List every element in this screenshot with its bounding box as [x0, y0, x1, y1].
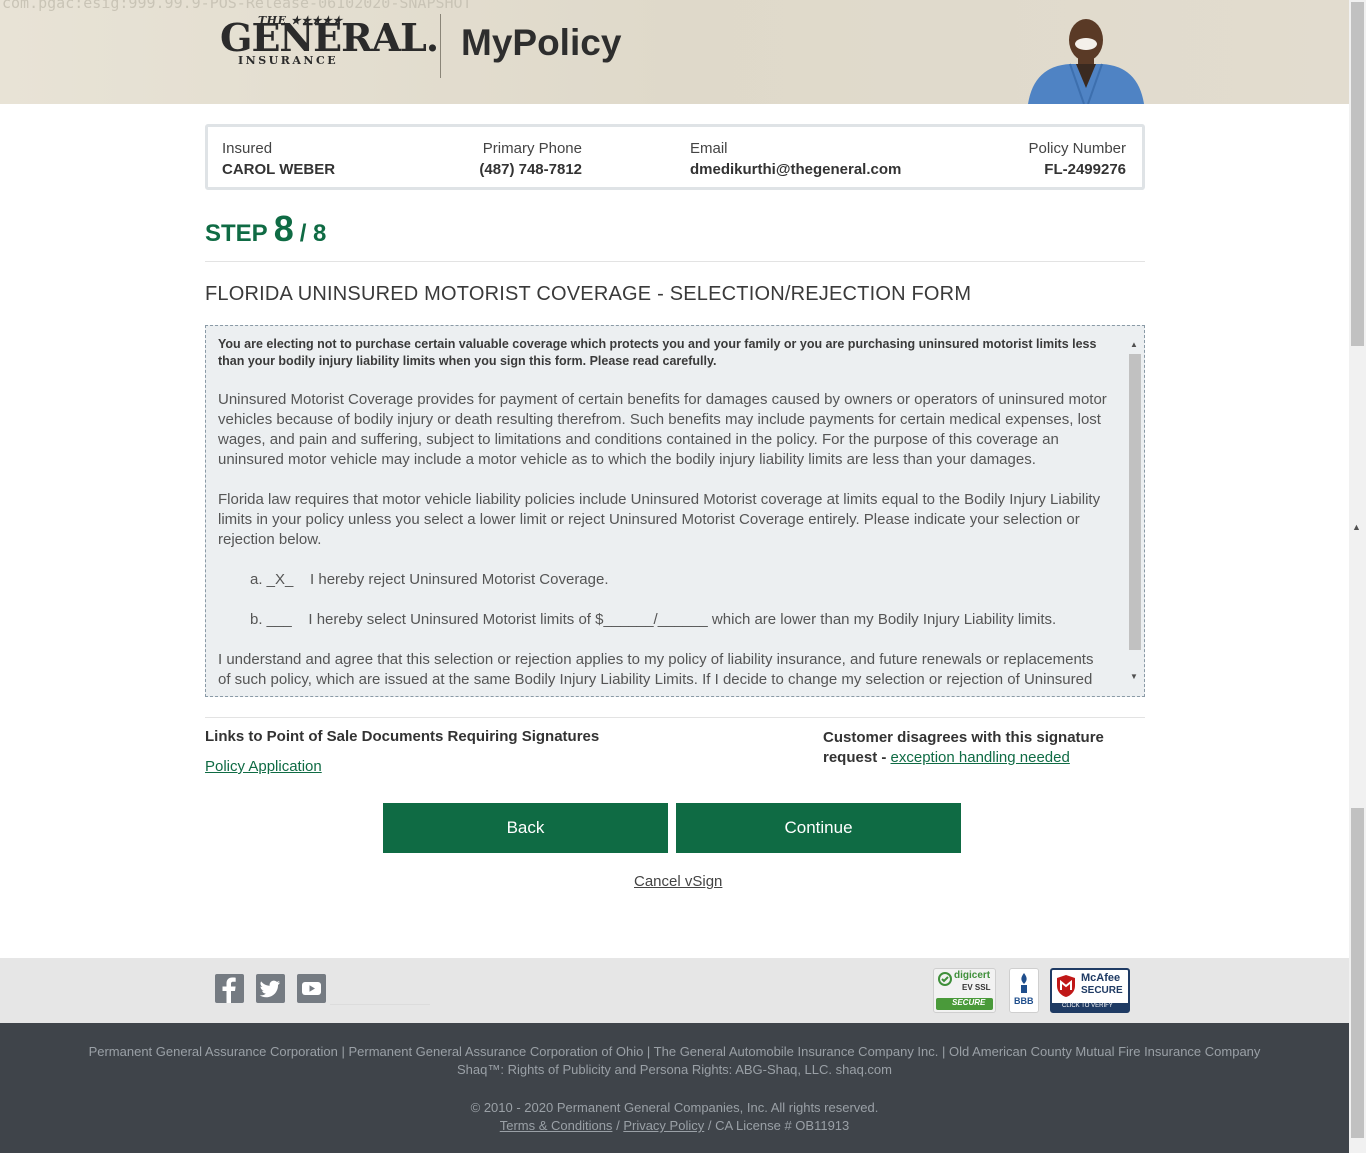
document-paragraph-3: I understand and agree that this selecti… [218, 651, 1094, 688]
policy-application-link[interactable]: Policy Application [205, 758, 322, 775]
document-scrollbar[interactable]: ▲ ▼ [1128, 336, 1142, 690]
youtube-icon[interactable] [297, 974, 326, 1003]
digicert-bottom: SECURE [952, 998, 986, 1007]
divider [330, 1004, 430, 1005]
mcafee-top: McAfee [1081, 972, 1121, 984]
app-title: MyPolicy [461, 22, 622, 63]
site-header: com.pgac:esig:999.99.9-POS-Release-06102… [0, 0, 1349, 104]
insured-value: CAROL WEBER [222, 161, 336, 178]
cancel-vsign-link[interactable]: Cancel vSign [634, 873, 722, 890]
scroll-up-icon[interactable]: ▲ [1352, 522, 1361, 532]
form-title: FLORIDA UNINSURED MOTORIST COVERAGE - SE… [205, 283, 972, 305]
digicert-secure-band: SECURE [936, 998, 993, 1010]
footer-social-bar [0, 958, 1349, 1023]
exception-handling-link[interactable]: exception handling needed [891, 749, 1070, 766]
phone-column: Primary Phone (487) 748-7812 [468, 139, 582, 181]
policy-label: Policy Number [1028, 140, 1126, 157]
digicert-top: digicert [954, 970, 991, 981]
back-button[interactable]: Back [383, 803, 668, 853]
scroll-down-icon[interactable]: ▼ [1130, 672, 1138, 681]
document-viewer[interactable]: You are electing not to purchase certain… [205, 325, 1145, 697]
document-paragraph-2: Florida law requires that motor vehicle … [218, 491, 1101, 548]
pos-documents-title: Links to Point of Sale Documents Requiri… [205, 728, 600, 745]
disagree-notice: Customer disagrees with this signature r… [823, 728, 1123, 768]
document-warning: You are electing not to purchase certain… [218, 337, 1097, 368]
build-tag: com.pgac:esig:999.99.9-POS-Release-06102… [2, 0, 472, 12]
ca-license: / CA License # OB11913 [707, 1118, 850, 1133]
insured-info-bar: Insured CAROL WEBER Primary Phone (487) … [205, 124, 1145, 190]
document-paragraph-1: Uninsured Motorist Coverage provides for… [218, 391, 1107, 468]
bbb-text: BBB [1014, 996, 1034, 1006]
footer-shaq-rights: Shaq™: Rights of Publicity and Persona R… [456, 1062, 892, 1077]
scroll-up-icon[interactable]: ▲ [1130, 340, 1138, 349]
scrollbar-thumb-lower[interactable] [1351, 808, 1364, 1138]
step-indicator: STEP 8/ 8 [205, 208, 326, 250]
divider [205, 717, 1145, 718]
phone-label: Primary Phone [482, 140, 582, 157]
document-content: You are electing not to purchase certain… [218, 336, 1108, 696]
digicert-seal[interactable]: digicert EV SSL SECURE [933, 968, 996, 1013]
digicert-mid: EV SSL [962, 983, 991, 992]
continue-button[interactable]: Continue [676, 803, 961, 853]
mcafee-mid: SECURE [1081, 985, 1123, 996]
footer-legal: Permanent General Assurance Corporation … [0, 1023, 1349, 1153]
page-scrollbar[interactable]: ▲ [1349, 0, 1366, 1153]
policy-column: Policy Number FL-2499276 [1028, 139, 1126, 181]
mcafee-shield-icon [1057, 975, 1075, 997]
general-logo[interactable]: THE ★★★★★ GENERAL. INSURANCE [220, 14, 439, 70]
phone-value: (487) 748-7812 [479, 161, 582, 178]
mcafee-bottom: CLICK TO VERIFY [1062, 1003, 1113, 1009]
option-reject: a. _X_ I hereby reject Uninsured Motoris… [250, 571, 609, 588]
footer-separator: / [616, 1118, 620, 1133]
footer-companies: Permanent General Assurance Corporation … [88, 1044, 1261, 1059]
policy-value: FL-2499276 [1044, 161, 1126, 178]
bbb-seal[interactable]: BBB [1009, 968, 1039, 1013]
divider [205, 261, 1145, 262]
logo-main-text: GENERAL. [220, 15, 439, 60]
insured-label: Insured [222, 140, 273, 157]
email-label: Email [690, 140, 728, 157]
insured-column: Insured CAROL WEBER [222, 139, 335, 181]
shield-icon [938, 972, 952, 986]
torch-icon [1021, 973, 1027, 993]
step-word: STEP [205, 220, 268, 247]
mascot-portrait [1028, 19, 1144, 104]
facebook-icon[interactable] [215, 974, 244, 1003]
email-value: dmedikurthi@thegeneral.com [690, 161, 902, 178]
email-column: Email dmedikurthi@thegeneral.com [690, 139, 901, 181]
option-select-limits: b. ___ I hereby select Uninsured Motoris… [250, 611, 1057, 628]
privacy-policy-link[interactable]: Privacy Policy [623, 1118, 704, 1133]
scrollbar-thumb[interactable] [1351, 2, 1364, 346]
mcafee-seal[interactable]: McAfee SECURE CLICK TO VERIFY [1050, 968, 1130, 1013]
logo-sub-text: INSURANCE [238, 54, 339, 67]
step-current: 8 [273, 208, 294, 249]
twitter-icon[interactable] [256, 974, 285, 1003]
document-scrollbar-thumb[interactable] [1129, 354, 1141, 650]
header-divider [440, 14, 441, 78]
footer-copyright: © 2010 - 2020 Permanent General Companie… [470, 1100, 879, 1115]
footer-links-row: Terms & Conditions / Privacy Policy / CA… [0, 1118, 1349, 1133]
terms-conditions-link[interactable]: Terms & Conditions [500, 1118, 613, 1133]
mcafee-verify-band: CLICK TO VERIFY [1052, 1003, 1128, 1011]
step-total: / 8 [299, 220, 327, 247]
